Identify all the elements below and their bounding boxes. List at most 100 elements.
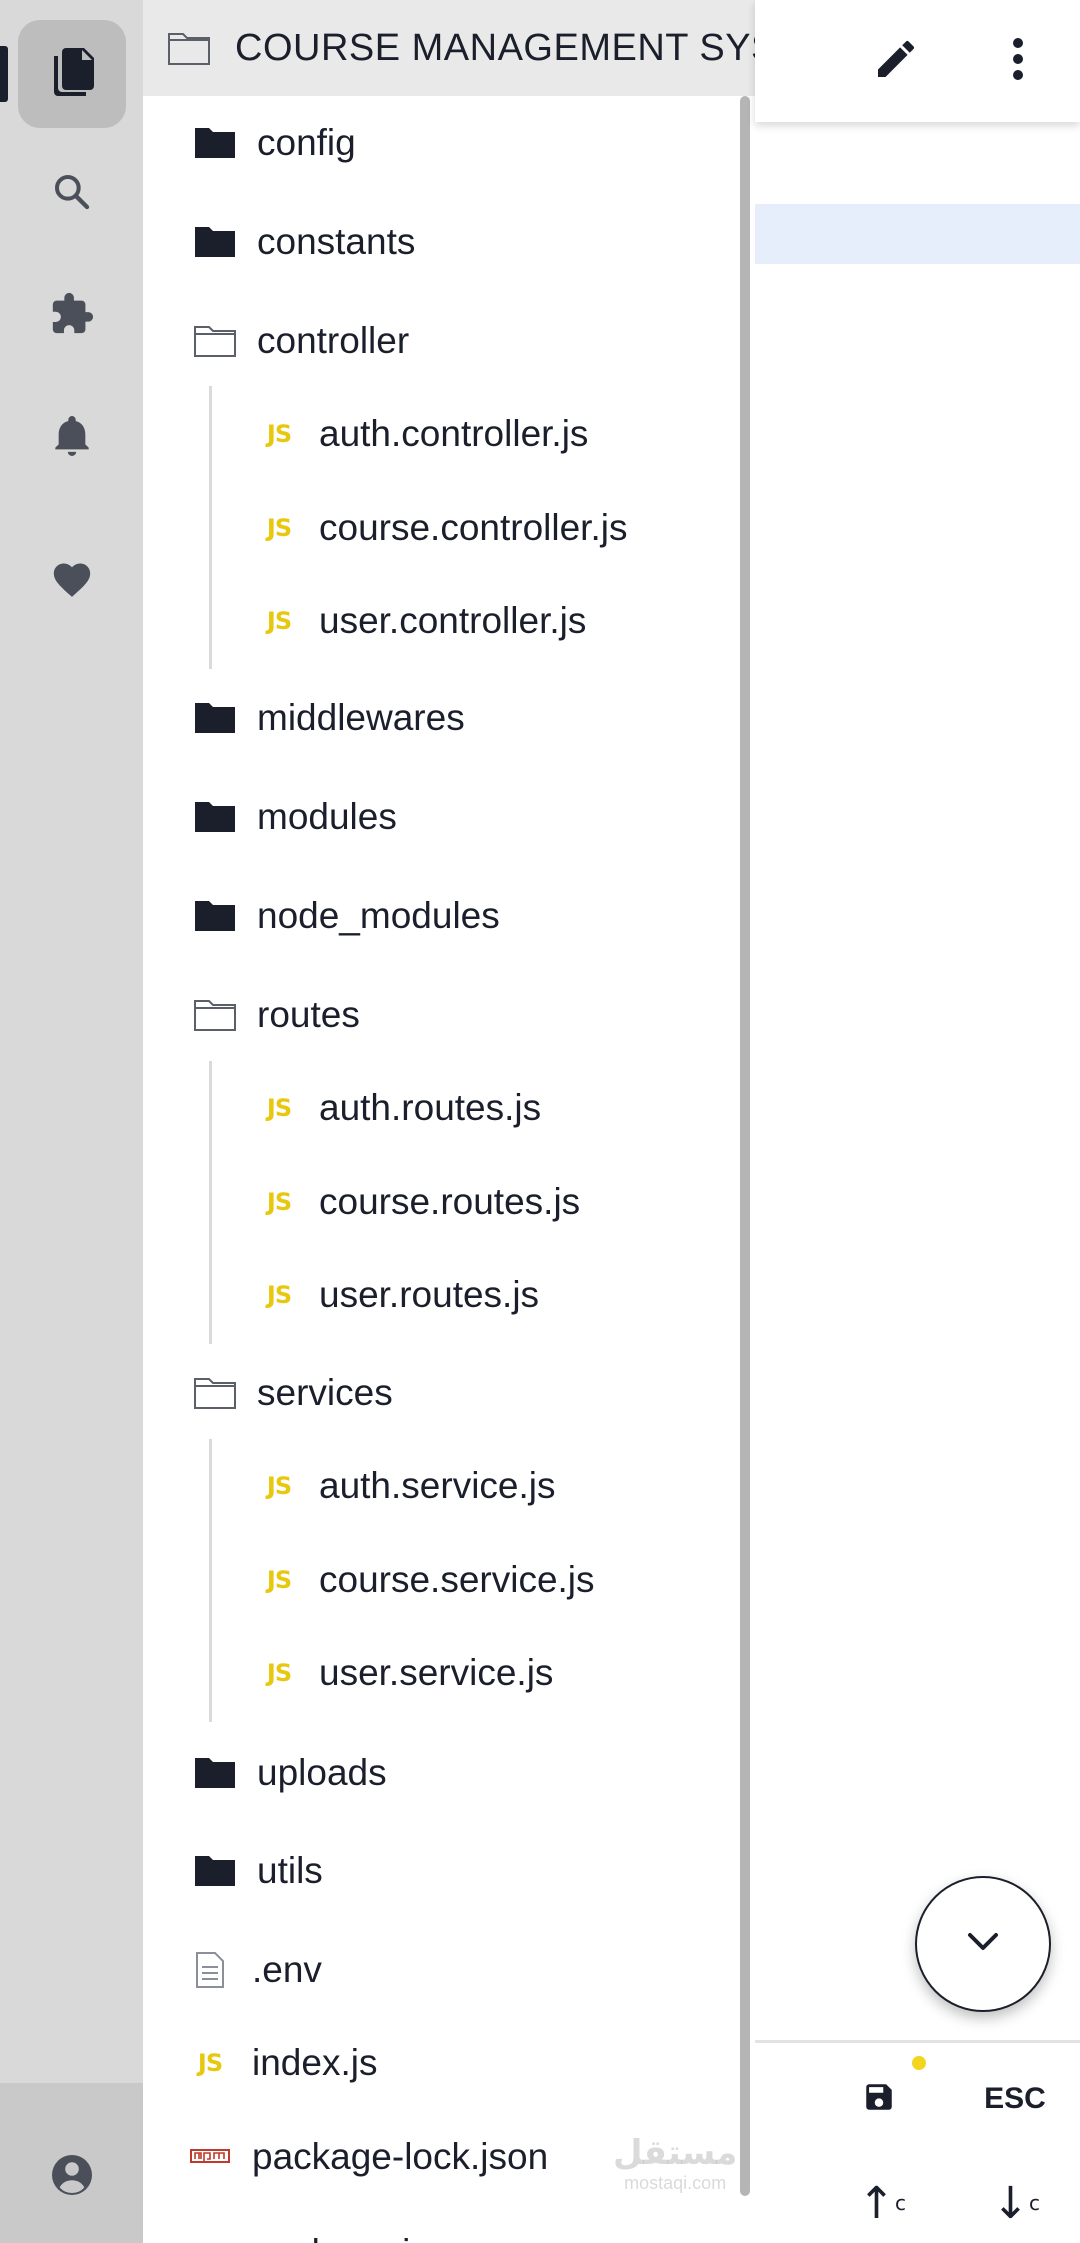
explorer-scrollbar[interactable]: [740, 96, 750, 2196]
folder-item[interactable]: controller: [143, 294, 733, 388]
js-badge: JS: [266, 1188, 292, 1216]
tree-item-label: auth.controller.js: [319, 413, 589, 454]
esc-key[interactable]: ESC: [965, 2069, 1065, 2129]
tree-item-label: auth.routes.js: [319, 1087, 542, 1128]
folder-item[interactable]: modules: [143, 770, 733, 864]
file-item[interactable]: JS auth.service.js: [143, 1439, 733, 1533]
tree-item-label: course.controller.js: [319, 507, 628, 548]
tree-item-label: user.controller.js: [319, 600, 587, 641]
folder-item[interactable]: routes: [143, 968, 733, 1062]
tree-item-label: utils: [257, 1850, 323, 1891]
js-badge: JS: [266, 1281, 292, 1309]
js-badge: JS: [266, 514, 292, 542]
file-item[interactable]: .env: [143, 1923, 733, 2017]
tree-item-label: package.json: [252, 2232, 470, 2243]
folder-item[interactable]: utils: [143, 1824, 733, 1918]
scroll-down-button[interactable]: [915, 1876, 1051, 2012]
tree-item-label: course.routes.js: [319, 1181, 581, 1222]
js-file-icon: JS: [257, 508, 301, 548]
folder-icon: [193, 123, 237, 163]
editor-area: ESC ↑ c ↓ c: [755, 0, 1080, 2243]
folder-item[interactable]: constants: [143, 195, 733, 289]
search-icon: [52, 172, 92, 217]
activity-bar: [0, 0, 143, 2243]
heart-icon: [50, 558, 94, 603]
file-item[interactable]: JS course.controller.js: [143, 481, 733, 575]
explorer-panel: COURSE MANAGEMENT SYSTEM config constants…: [143, 0, 755, 2243]
js-file-icon: JS: [188, 2043, 232, 2083]
file-item[interactable]: JS index.js: [143, 2016, 733, 2110]
more-menu-button[interactable]: [981, 24, 1055, 98]
indent-guide: [209, 1439, 212, 1722]
js-badge: JS: [266, 607, 292, 635]
folder-icon: [193, 1851, 237, 1891]
bell-icon: [52, 414, 92, 463]
folder-item[interactable]: node_modules: [143, 869, 733, 963]
file-item[interactable]: JS user.service.js: [143, 1626, 733, 1720]
project-title: COURSE MANAGEMENT SYSTEM: [235, 26, 755, 69]
tree-item-label: user.service.js: [319, 1652, 554, 1693]
file-item[interactable]: JS course.routes.js: [143, 1155, 733, 1249]
up-mod: c: [894, 2191, 906, 2215]
save-icon: [862, 2080, 896, 2119]
folder-item[interactable]: config: [143, 96, 733, 190]
notifications-button[interactable]: [18, 384, 126, 492]
folder-open-icon: [193, 1373, 237, 1413]
tree-item-label: modules: [257, 796, 397, 837]
tree-item-label: config: [257, 122, 356, 163]
js-badge: JS: [197, 2049, 223, 2077]
file-item[interactable]: JS user.controller.js: [143, 574, 733, 668]
js-badge: JS: [266, 1472, 292, 1500]
tree-item-label: user.routes.js: [319, 1274, 540, 1315]
js-file-icon: JS: [257, 1466, 301, 1506]
account-button[interactable]: [18, 2123, 126, 2231]
ctrl-up-key[interactable]: ↑ c: [847, 2173, 917, 2233]
folder-icon: [193, 1753, 237, 1793]
tree-item-label: constants: [257, 221, 416, 262]
edit-button[interactable]: [859, 24, 933, 98]
js-badge: JS: [266, 1659, 292, 1687]
ctrl-down-key[interactable]: ↓ c: [981, 2173, 1051, 2233]
down-mod: c: [1028, 2191, 1040, 2215]
folder-item[interactable]: uploads: [143, 1726, 733, 1820]
down-arrow: ↓: [992, 2177, 1029, 2229]
js-file-icon: JS: [257, 1275, 301, 1315]
text-file-icon: [188, 1950, 232, 1990]
folder-icon: [193, 222, 237, 262]
extensions-button[interactable]: [18, 262, 126, 370]
tree-item-label: package-lock.json: [252, 2136, 549, 2177]
file-item[interactable]: JS user.routes.js: [143, 1248, 733, 1342]
explorer-header[interactable]: COURSE MANAGEMENT SYSTEM: [143, 0, 755, 96]
js-file-icon: JS: [257, 414, 301, 454]
tree-item-label: controller: [257, 320, 410, 361]
keyboard-toolbar: ESC ↑ c ↓ c: [755, 2040, 1080, 2243]
folder-item[interactable]: services: [143, 1346, 733, 1440]
file-item[interactable]: JS course.service.js: [143, 1533, 733, 1627]
folder-icon: [193, 896, 237, 936]
watermark-text: مستقل: [613, 2134, 738, 2172]
tree-item-label: auth.service.js: [319, 1465, 556, 1506]
files-icon: [48, 46, 96, 103]
js-file-icon: JS: [257, 1560, 301, 1600]
folder-open-icon: [193, 995, 237, 1035]
folder-open-icon: [193, 321, 237, 361]
tree-item-label: node_modules: [257, 895, 500, 936]
js-file-icon: JS: [257, 601, 301, 641]
file-item[interactable]: JS auth.routes.js: [143, 1061, 733, 1155]
tree-item-label: uploads: [257, 1752, 387, 1793]
save-button[interactable]: [849, 2069, 909, 2129]
folder-icon: [193, 797, 237, 837]
pencil-icon: [872, 35, 920, 88]
puzzle-icon: [49, 291, 95, 342]
js-badge: JS: [266, 1094, 292, 1122]
favorites-button[interactable]: [18, 526, 126, 634]
current-line-highlight: [755, 204, 1080, 264]
folder-item[interactable]: middlewares: [143, 671, 733, 765]
js-badge: JS: [266, 1566, 292, 1594]
js-file-icon: JS: [257, 1653, 301, 1693]
file-item[interactable]: JS auth.controller.js: [143, 387, 733, 481]
search-button[interactable]: [18, 140, 126, 248]
js-file-icon: JS: [257, 1088, 301, 1128]
explorer-button[interactable]: [18, 20, 126, 128]
file-item[interactable]: package.json: [143, 2206, 733, 2243]
